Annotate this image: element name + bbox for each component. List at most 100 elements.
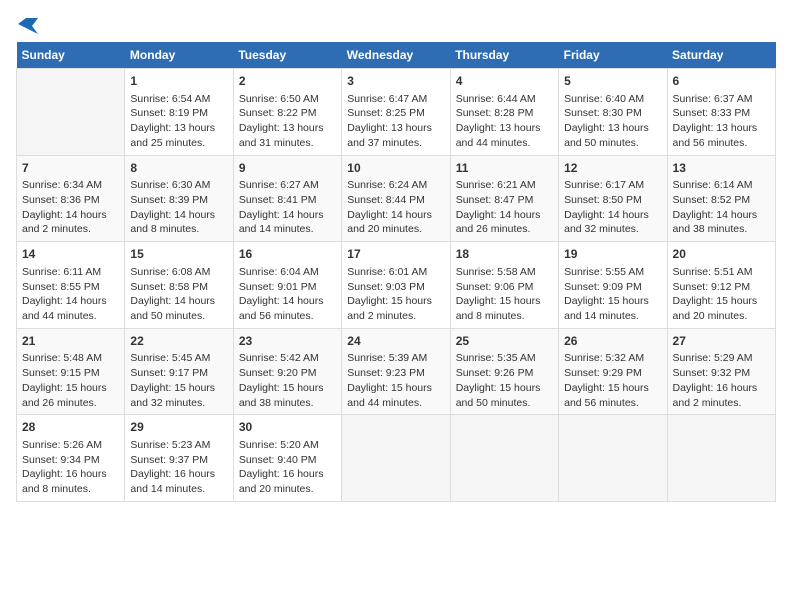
calendar-cell: 6Sunrise: 6:37 AM Sunset: 8:33 PM Daylig… [667, 69, 775, 156]
calendar-cell: 30 Sunrise: 5:20 AM Sunset: 9:40 PM Dayli… [233, 415, 341, 502]
day-number: 20 [673, 246, 770, 263]
calendar-cell: 7Sunrise: 6:34 AM Sunset: 8:36 PM Daylig… [17, 155, 125, 242]
day-info: Sunrise: 5:32 AM Sunset: 9:29 PM Dayligh… [564, 351, 661, 410]
day-number: 26 [564, 333, 661, 350]
day-info: Sunrise: 6:34 AM Sunset: 8:36 PM Dayligh… [22, 178, 119, 237]
calendar-cell [450, 415, 558, 502]
day-number: 13 [673, 160, 770, 177]
day-info: Sunrise: 6:54 AM Sunset: 8:19 PM Dayligh… [130, 92, 227, 151]
calendar-cell: 14Sunrise: 6:11 AM Sunset: 8:55 PM Dayli… [17, 242, 125, 329]
day-number: 14 [22, 246, 119, 263]
weekday-header-wednesday: Wednesday [342, 42, 450, 69]
calendar-cell: 17Sunrise: 6:01 AM Sunset: 9:03 PM Dayli… [342, 242, 450, 329]
day-info: Sunrise: 5:51 AM Sunset: 9:12 PM Dayligh… [673, 265, 770, 324]
day-info: Sunrise: 6:30 AM Sunset: 8:39 PM Dayligh… [130, 178, 227, 237]
day-number: 1 [130, 73, 227, 90]
day-number: 16 [239, 246, 336, 263]
day-info: Sunrise: 5:26 AM Sunset: 9:34 PM Dayligh… [22, 438, 119, 497]
calendar-cell: 25Sunrise: 5:35 AM Sunset: 9:26 PM Dayli… [450, 328, 558, 415]
day-info: Sunrise: 6:24 AM Sunset: 8:44 PM Dayligh… [347, 178, 444, 237]
day-number: 19 [564, 246, 661, 263]
day-info: Sunrise: 6:27 AM Sunset: 8:41 PM Dayligh… [239, 178, 336, 237]
calendar-cell: 3 Sunrise: 6:47 AM Sunset: 8:25 PM Daylig… [342, 69, 450, 156]
day-number: 25 [456, 333, 553, 350]
day-info: Sunrise: 6:50 AM Sunset: 8:22 PM Dayligh… [239, 92, 336, 151]
week-row-4: 21Sunrise: 5:48 AM Sunset: 9:15 PM Dayli… [17, 328, 776, 415]
day-number: 8 [130, 160, 227, 177]
calendar-cell: 20 Sunrise: 5:51 AM Sunset: 9:12 PM Dayli… [667, 242, 775, 329]
day-info: Sunrise: 6:44 AM Sunset: 8:28 PM Dayligh… [456, 92, 553, 151]
calendar-cell [559, 415, 667, 502]
day-number: 4 [456, 73, 553, 90]
day-number: 12 [564, 160, 661, 177]
calendar-cell: 10Sunrise: 6:24 AM Sunset: 8:44 PM Dayli… [342, 155, 450, 242]
week-row-1: 1 Sunrise: 6:54 AM Sunset: 8:19 PM Daylig… [17, 69, 776, 156]
weekday-header-saturday: Saturday [667, 42, 775, 69]
calendar-cell: 1 Sunrise: 6:54 AM Sunset: 8:19 PM Daylig… [125, 69, 233, 156]
calendar-cell: 12Sunrise: 6:17 AM Sunset: 8:50 PM Dayli… [559, 155, 667, 242]
day-info: Sunrise: 6:47 AM Sunset: 8:25 PM Dayligh… [347, 92, 444, 151]
calendar-cell: 24Sunrise: 5:39 AM Sunset: 9:23 PM Dayli… [342, 328, 450, 415]
week-row-2: 7Sunrise: 6:34 AM Sunset: 8:36 PM Daylig… [17, 155, 776, 242]
day-info: Sunrise: 5:48 AM Sunset: 9:15 PM Dayligh… [22, 351, 119, 410]
day-info: Sunrise: 5:23 AM Sunset: 9:37 PM Dayligh… [130, 438, 227, 497]
day-number: 30 [239, 419, 336, 436]
calendar-cell: 16 Sunrise: 6:04 AM Sunset: 9:01 PM Dayli… [233, 242, 341, 329]
calendar-cell: 4 Sunrise: 6:44 AM Sunset: 8:28 PM Daylig… [450, 69, 558, 156]
calendar-cell: 23Sunrise: 5:42 AM Sunset: 9:20 PM Dayli… [233, 328, 341, 415]
day-info: Sunrise: 5:29 AM Sunset: 9:32 PM Dayligh… [673, 351, 770, 410]
day-info: Sunrise: 6:08 AM Sunset: 8:58 PM Dayligh… [130, 265, 227, 324]
day-info: Sunrise: 6:14 AM Sunset: 8:52 PM Dayligh… [673, 178, 770, 237]
calendar-cell: 18Sunrise: 5:58 AM Sunset: 9:06 PM Dayli… [450, 242, 558, 329]
day-number: 29 [130, 419, 227, 436]
calendar-cell: 9Sunrise: 6:27 AM Sunset: 8:41 PM Daylig… [233, 155, 341, 242]
day-info: Sunrise: 6:40 AM Sunset: 8:30 PM Dayligh… [564, 92, 661, 151]
day-number: 22 [130, 333, 227, 350]
calendar-cell: 15Sunrise: 6:08 AM Sunset: 8:58 PM Dayli… [125, 242, 233, 329]
day-number: 24 [347, 333, 444, 350]
calendar-cell: 28 Sunrise: 5:26 AM Sunset: 9:34 PM Dayli… [17, 415, 125, 502]
day-number: 21 [22, 333, 119, 350]
day-number: 10 [347, 160, 444, 177]
calendar-cell [667, 415, 775, 502]
weekday-header-thursday: Thursday [450, 42, 558, 69]
logo-bird-icon [18, 16, 38, 34]
day-number: 23 [239, 333, 336, 350]
calendar-cell: 26Sunrise: 5:32 AM Sunset: 9:29 PM Dayli… [559, 328, 667, 415]
calendar-cell: 13Sunrise: 6:14 AM Sunset: 8:52 PM Dayli… [667, 155, 775, 242]
calendar-cell: 11Sunrise: 6:21 AM Sunset: 8:47 PM Dayli… [450, 155, 558, 242]
weekday-header-friday: Friday [559, 42, 667, 69]
day-info: Sunrise: 5:58 AM Sunset: 9:06 PM Dayligh… [456, 265, 553, 324]
day-info: Sunrise: 6:21 AM Sunset: 8:47 PM Dayligh… [456, 178, 553, 237]
calendar-cell: 5 Sunrise: 6:40 AM Sunset: 8:30 PM Daylig… [559, 69, 667, 156]
calendar-body: 1 Sunrise: 6:54 AM Sunset: 8:19 PM Daylig… [17, 69, 776, 502]
day-info: Sunrise: 5:45 AM Sunset: 9:17 PM Dayligh… [130, 351, 227, 410]
day-number: 3 [347, 73, 444, 90]
day-info: Sunrise: 5:35 AM Sunset: 9:26 PM Dayligh… [456, 351, 553, 410]
calendar-cell: 8Sunrise: 6:30 AM Sunset: 8:39 PM Daylig… [125, 155, 233, 242]
page-header [16, 16, 776, 34]
calendar-cell: 21Sunrise: 5:48 AM Sunset: 9:15 PM Dayli… [17, 328, 125, 415]
day-number: 5 [564, 73, 661, 90]
calendar-cell: 22Sunrise: 5:45 AM Sunset: 9:17 PM Dayli… [125, 328, 233, 415]
day-number: 11 [456, 160, 553, 177]
day-info: Sunrise: 6:37 AM Sunset: 8:33 PM Dayligh… [673, 92, 770, 151]
day-number: 2 [239, 73, 336, 90]
calendar-cell [342, 415, 450, 502]
day-number: 9 [239, 160, 336, 177]
calendar-cell [17, 69, 125, 156]
day-info: Sunrise: 5:20 AM Sunset: 9:40 PM Dayligh… [239, 438, 336, 497]
calendar-cell: 29 Sunrise: 5:23 AM Sunset: 9:37 PM Dayli… [125, 415, 233, 502]
day-number: 27 [673, 333, 770, 350]
weekday-header-monday: Monday [125, 42, 233, 69]
day-number: 28 [22, 419, 119, 436]
weekday-header-tuesday: Tuesday [233, 42, 341, 69]
weekday-header-sunday: Sunday [17, 42, 125, 69]
day-info: Sunrise: 6:04 AM Sunset: 9:01 PM Dayligh… [239, 265, 336, 324]
calendar-table: SundayMondayTuesdayWednesdayThursdayFrid… [16, 42, 776, 502]
day-number: 7 [22, 160, 119, 177]
day-info: Sunrise: 6:01 AM Sunset: 9:03 PM Dayligh… [347, 265, 444, 324]
day-info: Sunrise: 5:39 AM Sunset: 9:23 PM Dayligh… [347, 351, 444, 410]
weekday-header-row: SundayMondayTuesdayWednesdayThursdayFrid… [17, 42, 776, 69]
week-row-5: 28 Sunrise: 5:26 AM Sunset: 9:34 PM Dayli… [17, 415, 776, 502]
